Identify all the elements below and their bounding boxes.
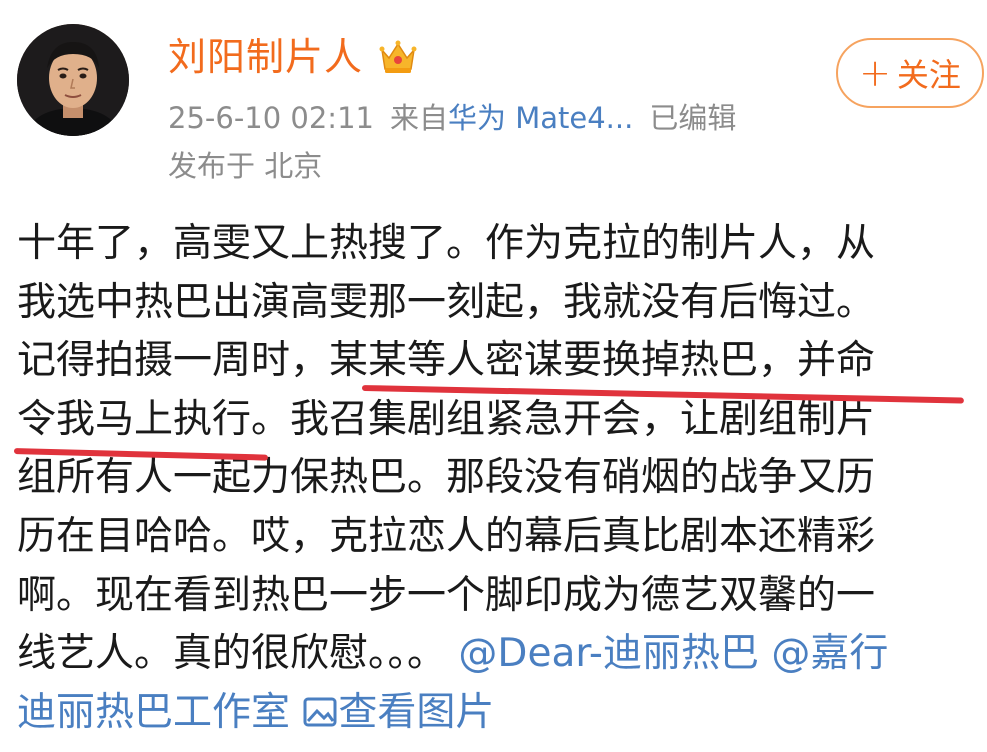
post-line: 十年了，高雯又上热搜了。作为克拉的制片人，从: [17, 221, 876, 266]
crown-icon: [377, 36, 419, 78]
avatar-image: [17, 24, 129, 136]
post-location: 发布于 北京: [168, 149, 323, 183]
post-meta: 25-6-10 02:11 来自华为 Mate4... 已编辑: [168, 96, 736, 140]
mention-jiaxing-part1[interactable]: @嘉行: [771, 631, 888, 676]
plus-icon: +: [859, 51, 891, 95]
post-line-links: 迪丽热巴工作室 查看图片: [17, 684, 977, 743]
mention-jiaxing-part2[interactable]: 迪丽热巴工作室: [17, 690, 290, 735]
post-line-text: 线艺人。真的很欣慰。。。: [17, 631, 447, 677]
view-image-link[interactable]: 查看图片: [302, 690, 494, 735]
post-line-mentions: 线艺人。真的很欣慰。。。 @Dear-迪丽热巴 @嘉行: [17, 625, 977, 684]
post-line: 啊。现在看到热巴一步一个脚印成为德艺双馨的一: [17, 572, 876, 618]
source-prefix: 来自: [389, 101, 448, 135]
image-icon: [302, 688, 338, 727]
post-line: 历在目哈哈。哎，克拉恋人的幕后真比剧本还精彩: [17, 513, 876, 559]
follow-label: 关注: [896, 56, 961, 94]
post-line: 我选中热巴出演高雯那一刻起，我就没有后悔过。: [17, 279, 876, 325]
avatar[interactable]: [17, 24, 129, 136]
post-line: 组所有人一起力保热巴。那段没有硝烟的战争又历: [17, 455, 876, 501]
follow-button[interactable]: + 关注: [836, 38, 984, 108]
post-body: 十年了，高雯又上热搜了。作为克拉的制片人，从 我选中热巴出演高雯那一刻起，我就没…: [17, 215, 977, 742]
username[interactable]: 刘阳制片人: [168, 34, 363, 80]
username-row: 刘阳制片人: [168, 34, 419, 80]
weibo-post: 刘阳制片人 + 关注 25-6-10 02:11 来自华为 Mate4... 已编辑…: [0, 0, 987, 752]
mention-dilireba[interactable]: @Dear-迪丽热巴: [458, 631, 759, 676]
post-line: 记得拍摄一周时，某某等人密谋要换掉热巴，并命: [17, 338, 876, 384]
post-timestamp: 25-6-10 02:11: [168, 101, 374, 135]
view-image-label: 查看图片: [338, 689, 495, 735]
device-link[interactable]: 华为 Mate4...: [448, 101, 633, 135]
edited-label[interactable]: 已编辑: [649, 101, 736, 135]
